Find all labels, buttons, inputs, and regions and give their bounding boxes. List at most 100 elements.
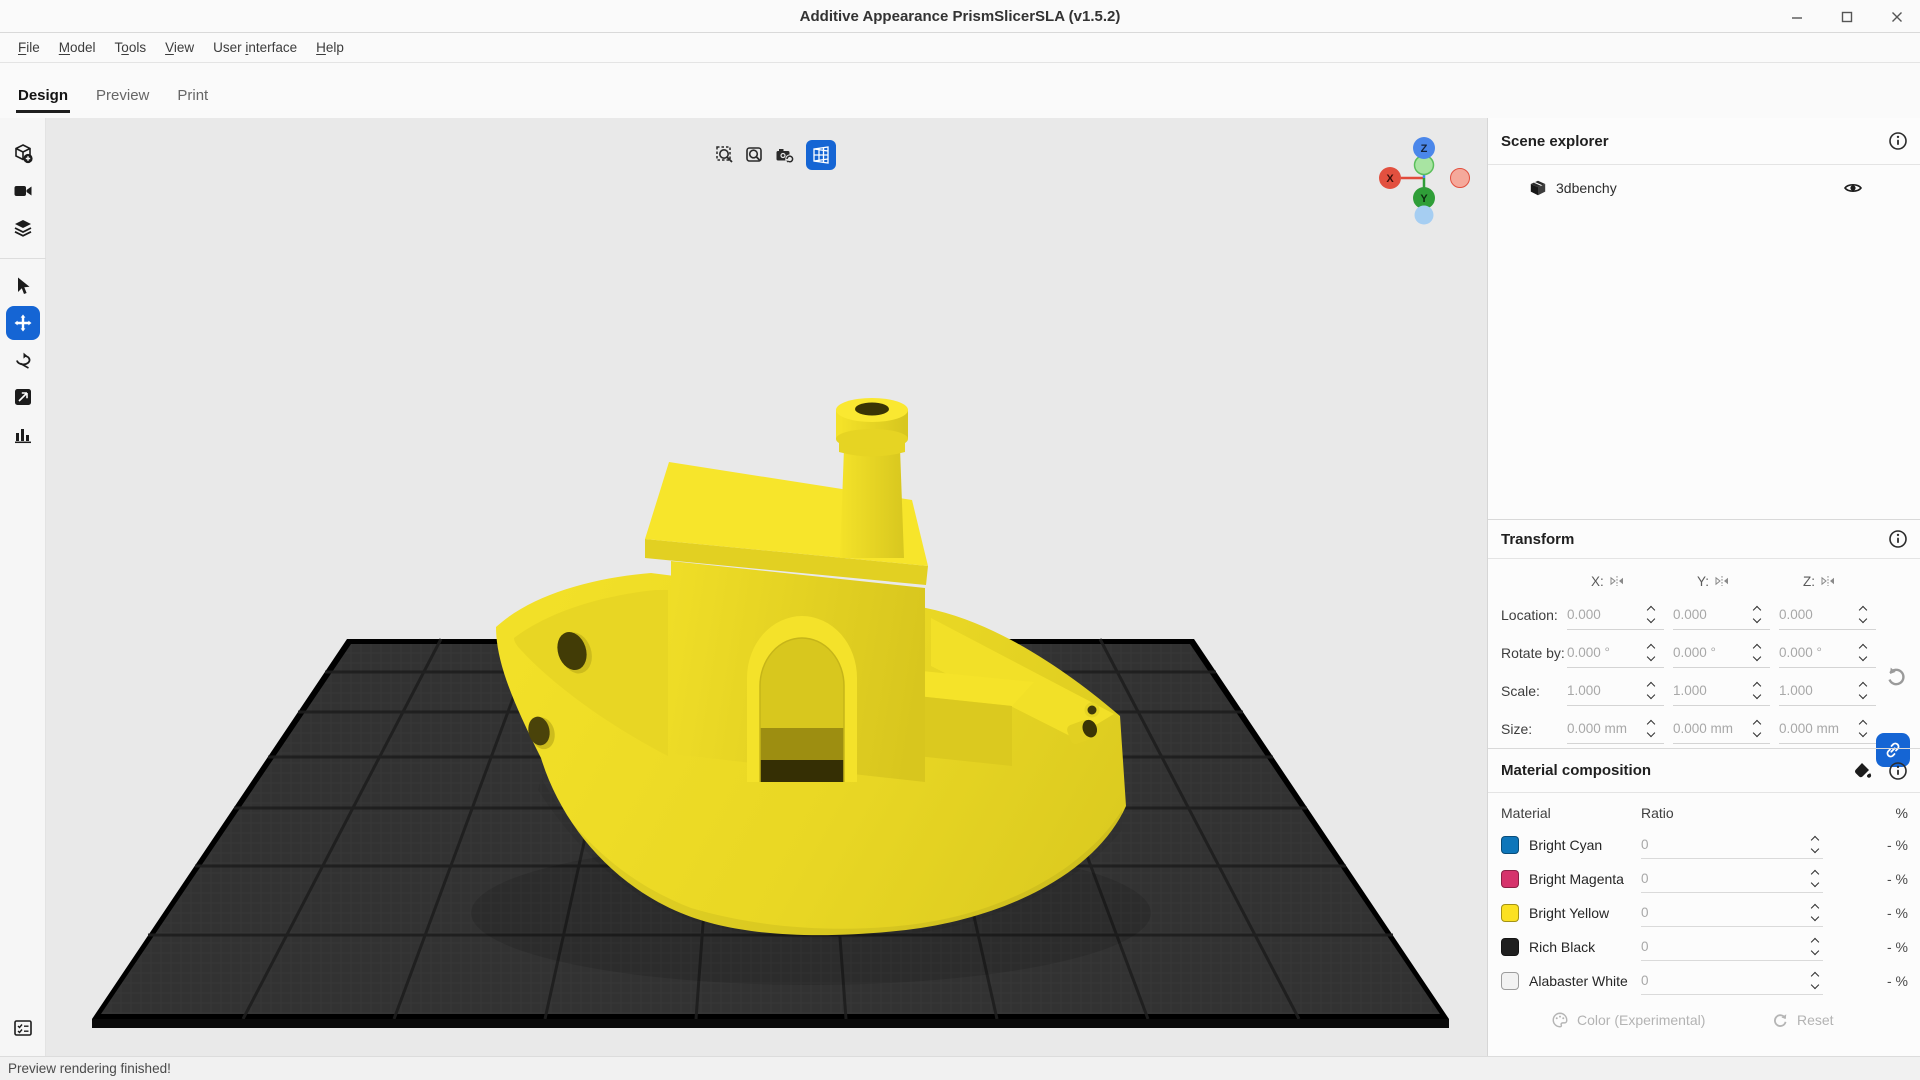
camera-view-button[interactable]: [6, 174, 40, 208]
scale-x-field[interactable]: [1567, 683, 1643, 698]
stepper-up[interactable]: [1753, 605, 1762, 612]
stepper-down[interactable]: [1811, 847, 1820, 854]
menu-user-interface[interactable]: User interface: [213, 40, 297, 55]
rotate-tool-button[interactable]: [6, 343, 40, 377]
stepper-down[interactable]: [1859, 693, 1868, 700]
stepper-up[interactable]: [1859, 643, 1868, 650]
zoom-region-button[interactable]: [710, 140, 739, 170]
stepper-down[interactable]: [1647, 731, 1656, 738]
ratio-alabaster-white-field[interactable]: [1641, 973, 1799, 988]
material-info-button[interactable]: [1887, 760, 1909, 782]
stepper-down[interactable]: [1811, 881, 1820, 888]
rotate-x-field[interactable]: [1567, 645, 1643, 660]
menu-model[interactable]: Model: [59, 40, 96, 55]
menu-view[interactable]: View: [165, 40, 194, 55]
stepper-up[interactable]: [1859, 605, 1868, 612]
stepper-up[interactable]: [1753, 719, 1762, 726]
scene-explorer-info-button[interactable]: [1887, 130, 1909, 152]
location-z-field[interactable]: [1779, 607, 1855, 622]
location-x-field[interactable]: [1567, 607, 1643, 622]
visibility-toggle[interactable]: [1842, 177, 1864, 199]
stepper-up[interactable]: [1859, 719, 1868, 726]
ratio-rich-black-field[interactable]: [1641, 939, 1799, 954]
paint-fill-button[interactable]: [1852, 760, 1874, 782]
stepper-down[interactable]: [1753, 693, 1762, 700]
stepper-up[interactable]: [1811, 869, 1820, 876]
tab-preview[interactable]: Preview: [96, 87, 149, 118]
stepper-down[interactable]: [1859, 655, 1868, 662]
location-y-field[interactable]: [1673, 607, 1749, 622]
reset-camera-button[interactable]: [770, 140, 799, 170]
stepper-down[interactable]: [1647, 655, 1656, 662]
reset-materials-button[interactable]: Reset: [1771, 1011, 1834, 1029]
gizmo-axis-neg-x[interactable]: [1451, 169, 1470, 188]
stepper-down[interactable]: [1647, 617, 1656, 624]
stepper-up[interactable]: [1753, 681, 1762, 688]
color-swatch-alabaster-white[interactable]: [1501, 972, 1519, 990]
stepper-up[interactable]: [1811, 835, 1820, 842]
reset-rotation-button[interactable]: [1884, 664, 1908, 688]
stepper-up[interactable]: [1647, 719, 1656, 726]
zoom-fit-button[interactable]: [740, 140, 769, 170]
stepper-down[interactable]: [1753, 617, 1762, 624]
size-x-field[interactable]: [1567, 721, 1643, 736]
menu-file[interactable]: File: [18, 40, 40, 55]
size-y-field[interactable]: [1673, 721, 1749, 736]
stepper-up[interactable]: [1811, 937, 1820, 944]
task-list-button[interactable]: [6, 1011, 40, 1045]
ratio-bright-magenta-field[interactable]: [1641, 871, 1799, 886]
close-button[interactable]: [1884, 4, 1910, 30]
stepper-down[interactable]: [1811, 949, 1820, 956]
menu-help[interactable]: Help: [316, 40, 344, 55]
stepper-down[interactable]: [1811, 983, 1820, 990]
stepper-down[interactable]: [1859, 731, 1868, 738]
maximize-button[interactable]: [1834, 4, 1860, 30]
stepper-up[interactable]: [1647, 681, 1656, 688]
stepper-down[interactable]: [1859, 617, 1868, 624]
perspective-view-button[interactable]: [806, 140, 836, 170]
mirror-x-icon[interactable]: [1609, 575, 1625, 587]
select-tool-button[interactable]: [6, 269, 40, 303]
menu-tools[interactable]: Tools: [115, 40, 147, 55]
stepper-down[interactable]: [1811, 915, 1820, 922]
stepper-up[interactable]: [1811, 903, 1820, 910]
add-model-button[interactable]: [6, 137, 40, 171]
scale-z-field[interactable]: [1779, 683, 1855, 698]
rotate-y-field[interactable]: [1673, 645, 1749, 660]
color-swatch-bright-magenta[interactable]: [1501, 870, 1519, 888]
stepper-up[interactable]: [1647, 605, 1656, 612]
ratio-bright-yellow-field[interactable]: [1641, 905, 1799, 920]
zoom-region-icon: [715, 145, 735, 165]
stepper-down[interactable]: [1647, 693, 1656, 700]
axis-label-z: Z:: [1803, 574, 1815, 589]
layers-button[interactable]: [6, 211, 40, 245]
color-experimental-button[interactable]: Color (Experimental): [1551, 1011, 1705, 1029]
stepper-down[interactable]: [1753, 655, 1762, 662]
color-swatch-bright-cyan[interactable]: [1501, 836, 1519, 854]
viewport-canvas[interactable]: Z X Y: [46, 118, 1487, 1056]
minimize-button[interactable]: [1784, 4, 1810, 30]
rotate-z-field[interactable]: [1779, 645, 1855, 660]
stepper-up[interactable]: [1753, 643, 1762, 650]
scene-item-3dbenchy[interactable]: 3dbenchy: [1488, 170, 1920, 206]
scale-y-field[interactable]: [1673, 683, 1749, 698]
size-z-field[interactable]: [1779, 721, 1855, 736]
stepper-up[interactable]: [1811, 971, 1820, 978]
color-swatch-rich-black[interactable]: [1501, 938, 1519, 956]
stepper-up[interactable]: [1647, 643, 1656, 650]
mirror-z-icon[interactable]: [1820, 575, 1836, 587]
move-tool-button[interactable]: [6, 306, 40, 340]
size-z-stepper: [1855, 719, 1871, 738]
orientation-gizmo[interactable]: Z X Y: [1379, 137, 1470, 225]
statistics-button[interactable]: [6, 417, 40, 451]
gizmo-axis-neg-z[interactable]: [1415, 206, 1434, 225]
color-swatch-bright-yellow[interactable]: [1501, 904, 1519, 922]
ratio-bright-cyan-field[interactable]: [1641, 837, 1799, 852]
tab-print[interactable]: Print: [177, 87, 208, 118]
tab-design[interactable]: Design: [18, 87, 68, 118]
stepper-up[interactable]: [1859, 681, 1868, 688]
scale-tool-button[interactable]: [6, 380, 40, 414]
mirror-y-icon[interactable]: [1714, 575, 1730, 587]
stepper-down[interactable]: [1753, 731, 1762, 738]
transform-info-button[interactable]: [1887, 528, 1909, 550]
